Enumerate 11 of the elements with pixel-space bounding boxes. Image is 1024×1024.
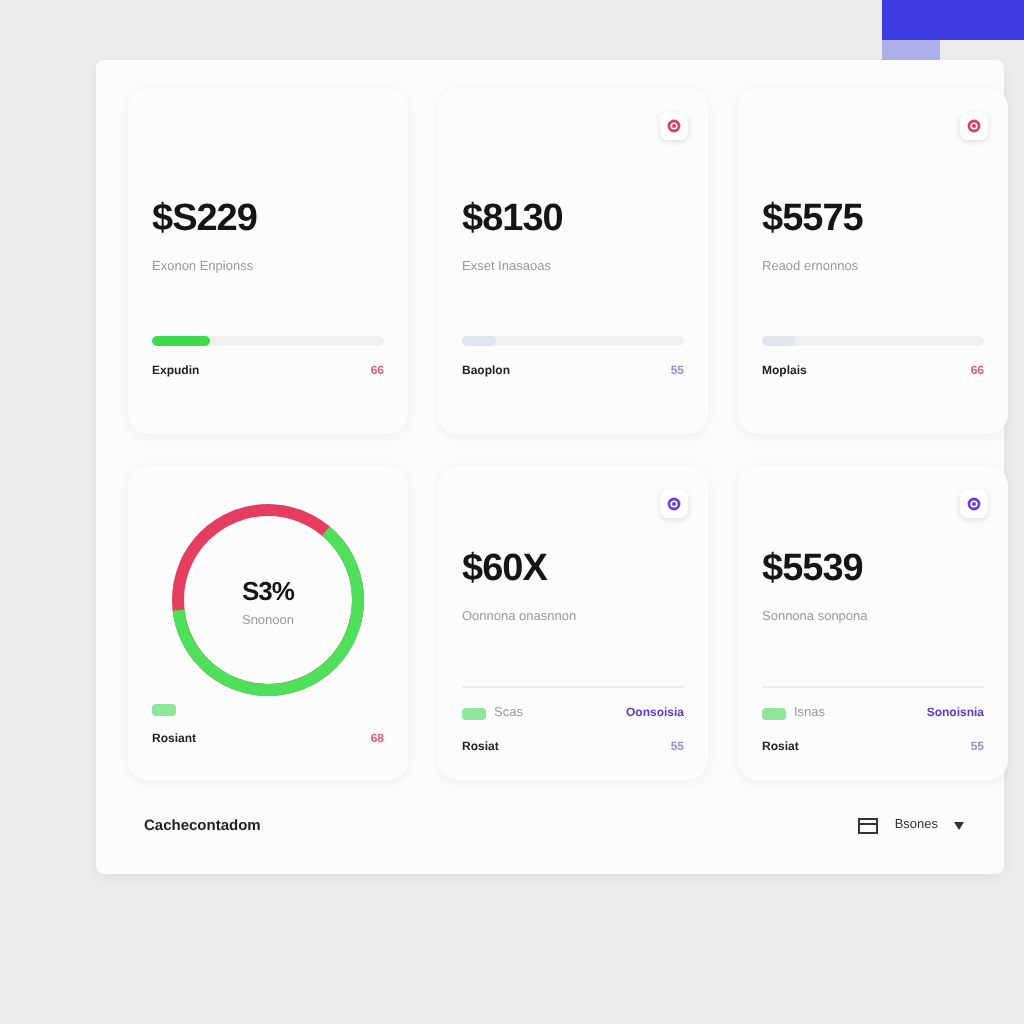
header-bar [882,0,1024,40]
amount-value: $5539 [762,546,865,594]
amount-value: $5575 [762,196,865,244]
caret-icon [954,822,964,830]
calendar-icon [858,818,879,834]
amount-value: $S229 [152,196,259,244]
percent-value: S3% [240,574,297,610]
legend-swatch [462,708,486,721]
legend-swatch [762,708,786,721]
amount-value: $8130 [462,196,565,244]
amount-value: $60X [462,546,550,594]
